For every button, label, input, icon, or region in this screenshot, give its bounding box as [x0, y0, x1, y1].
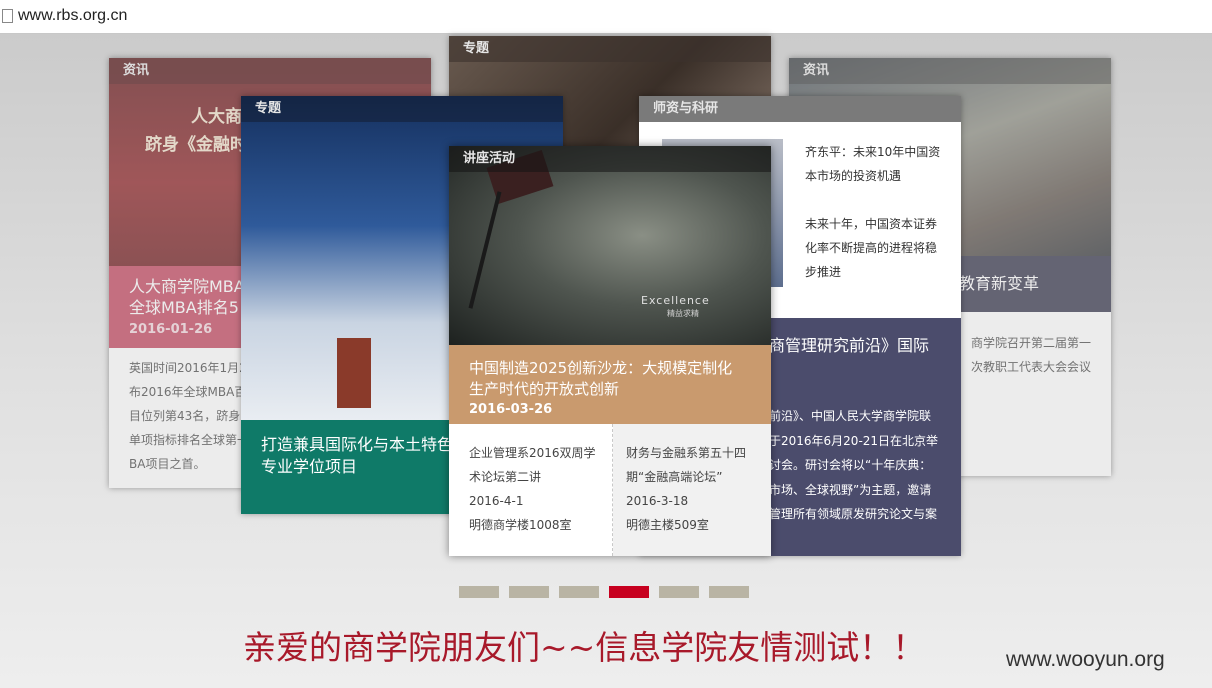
address-bar[interactable]: www.rbs.org.cn [0, 0, 1212, 34]
lecture-title[interactable]: 中国制造2025创新沙龙：大规模定制化 生产时代的开放式创新 [469, 358, 732, 400]
page-dot-5[interactable] [659, 586, 699, 598]
url-text[interactable]: www.rbs.org.cn [18, 7, 127, 25]
event-1-title: 企业管理系2016双周学 术论坛第二讲 [469, 446, 596, 484]
page-dot-3[interactable] [559, 586, 599, 598]
faculty-header: 师资与科研 [639, 96, 961, 122]
event-1-date: 2016-4-1 [469, 494, 524, 508]
topic-header: 专题 [241, 96, 563, 122]
lecture-card[interactable]: 讲座活动 Excellence 精益求精 中国制造2025创新沙龙：大规模定制化… [449, 146, 771, 556]
event-1-place: 明德商学楼1008室 [469, 518, 572, 532]
building-shape [337, 338, 371, 408]
watermark: www.wooyun.org [1006, 648, 1165, 671]
page-dot-2[interactable] [509, 586, 549, 598]
lecture-date: 2016-03-26 [469, 402, 553, 417]
event-2[interactable]: 财务与金融系第五十四 期“金融高端论坛” 2016-3-18 明德主楼509室 [613, 424, 771, 556]
topic-title[interactable]: 打造兼具国际化与本土特色 专业学位项目 [261, 434, 453, 478]
page-icon [2, 9, 13, 23]
faculty-side-text[interactable]: 齐东平：未来10年中国资 本市场的投资机遇 未来十年，中国资本证券 化率不断提高… [805, 140, 940, 284]
page-dot-1[interactable] [459, 586, 499, 598]
topic-back-header: 专题 [449, 36, 771, 62]
faculty-purple-body: 前沿》、中国人民大学商学院联 于2016年6月20-21日在北京举 讨会。研讨会… [769, 409, 939, 521]
page-dot-6[interactable] [709, 586, 749, 598]
event-2-title: 财务与金融系第五十四 期“金融高端论坛” [626, 446, 747, 484]
slogan-text: 亲爱的商学院朋友们~~信息学院友情测试！！ [243, 628, 926, 667]
image-caption-sub: 精益求精 [667, 309, 699, 318]
image-caption: Excellence [641, 294, 710, 307]
faculty-purple-title[interactable]: 商管理研究前沿》国际 [769, 332, 929, 356]
event-1[interactable]: 企业管理系2016双周学 术论坛第二讲 2016-4-1 明德商学楼1008室 [449, 424, 612, 556]
page-dot-4[interactable] [609, 586, 649, 598]
event-2-date: 2016-3-18 [626, 494, 689, 508]
lecture-header: 讲座活动 [449, 146, 771, 172]
event-2-place: 明德主楼509室 [626, 518, 709, 532]
